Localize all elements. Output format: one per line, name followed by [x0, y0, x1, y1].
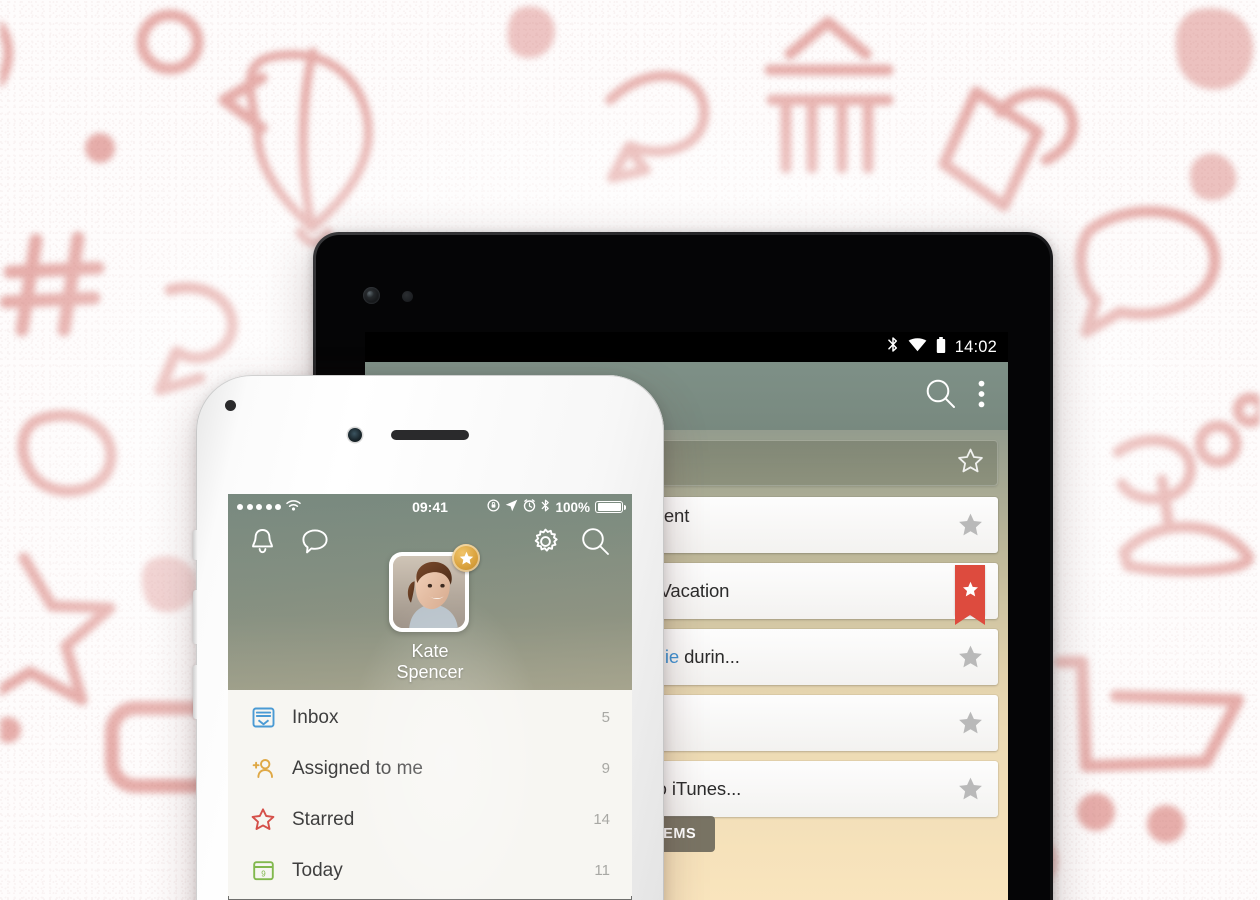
phone-sidebar-menu: Inbox 5 Assigned to me 9 Starred 14 9 To… [228, 690, 632, 896]
battery-percent: 100% [555, 499, 590, 515]
svg-text:9: 9 [261, 869, 266, 878]
sidebar-item-label: Starred [292, 808, 355, 830]
task-star[interactable] [942, 512, 998, 538]
sidebar-item-inbox[interactable]: Inbox 5 [228, 692, 632, 743]
search-icon[interactable] [581, 527, 610, 561]
gear-icon[interactable] [532, 528, 559, 560]
task-star[interactable] [942, 644, 998, 670]
sidebar-item-starred[interactable]: Starred 14 [228, 794, 632, 845]
sidebar-item-count: 9 [601, 760, 610, 777]
task-title-post: Vacation [654, 580, 730, 601]
star-outline-icon[interactable] [957, 448, 984, 479]
star-outline-icon [250, 808, 276, 831]
task-star[interactable] [942, 776, 998, 802]
phone-volume-up-button[interactable] [193, 590, 197, 644]
screenshot-stage: 14:02 Vacation durin... iTunes... ITEMS … [0, 0, 1260, 900]
bluetooth-icon [887, 336, 899, 358]
chat-bubble-icon[interactable] [301, 528, 329, 560]
tablet-clock: 14:02 [954, 337, 997, 356]
bell-icon[interactable] [250, 528, 275, 560]
sidebar-item-count: 11 [594, 862, 610, 879]
user-name: Kate Spencer [396, 641, 464, 682]
bluetooth-icon [541, 499, 550, 515]
phone-toolbar-right [532, 527, 610, 561]
battery-icon [936, 336, 946, 358]
sidebar-item-assigned-to-me[interactable]: Assigned to me 9 [228, 743, 632, 794]
alarm-icon [523, 499, 536, 515]
sidebar-item-count: 14 [593, 811, 610, 828]
phone-earpiece-speaker [391, 430, 469, 440]
star-badge-icon [452, 544, 480, 572]
sidebar-item-today[interactable]: 9 Today 11 [228, 845, 632, 896]
calendar-today-icon: 9 [250, 859, 276, 882]
more-vertical-icon[interactable] [978, 380, 985, 413]
avatar[interactable] [389, 544, 480, 632]
phone-volume-down-button[interactable] [193, 665, 197, 719]
phone-proximity-sensor-icon [225, 400, 236, 411]
assigned-person-icon [250, 757, 276, 780]
wifi-icon [908, 337, 927, 357]
task-flag[interactable] [942, 564, 998, 625]
tablet-camera-icon [363, 287, 380, 304]
sidebar-item-label: Assigned to me [292, 757, 423, 779]
task-star[interactable] [942, 710, 998, 736]
phone-app-screen: 09:41 100% Kate Spencer Inbox 5 Assigned… [228, 494, 632, 900]
phone-header: 09:41 100% Kate Spencer [228, 494, 632, 690]
sidebar-item-count: 5 [601, 709, 610, 726]
sidebar-item-label: Inbox [292, 706, 339, 728]
location-arrow-icon [505, 499, 518, 515]
task-title-post: durin... [679, 646, 740, 667]
search-icon[interactable] [925, 378, 956, 414]
user-profile[interactable]: Kate Spencer [389, 544, 480, 683]
phone-toolbar-left [250, 528, 329, 560]
inbox-icon [250, 706, 276, 729]
tablet-status-bar: 14:02 [365, 332, 1008, 362]
phone-status-bar: 09:41 100% [228, 494, 632, 520]
battery-icon [595, 500, 626, 514]
phone-front-camera-icon [348, 428, 362, 442]
star-flag-icon[interactable] [955, 564, 985, 625]
sidebar-item-label: Today [292, 859, 343, 881]
phone-mute-switch[interactable] [193, 530, 197, 560]
phone-status-right: 100% [487, 499, 626, 515]
rotation-lock-icon [487, 499, 501, 515]
tablet-sensor-icon [402, 291, 413, 302]
